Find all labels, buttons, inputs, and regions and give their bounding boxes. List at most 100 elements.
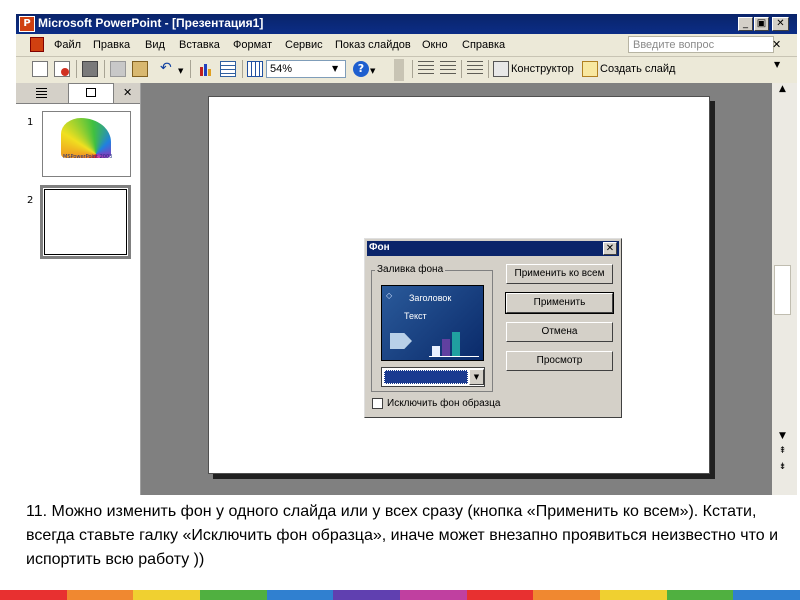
- thumbnail-caption: MSPowerPoint 2003: [63, 154, 113, 160]
- help-question-input[interactable]: Введите вопрос: [628, 36, 774, 53]
- menu-help[interactable]: Справка: [462, 39, 505, 51]
- stripe-segment: [266, 590, 334, 600]
- new-slide-icon[interactable]: [582, 61, 598, 77]
- fill-color-select[interactable]: ▼: [381, 367, 485, 387]
- document-menu-icon[interactable]: [30, 37, 44, 52]
- preview-bar: [432, 346, 440, 356]
- stripe-segment: [533, 590, 600, 600]
- scroll-down-icon[interactable]: ▼: [774, 430, 791, 444]
- toolbar-separator: [104, 60, 105, 78]
- slide-caption: 11. Можно изменить фон у одного слайда и…: [26, 503, 778, 568]
- omit-master-background-label[interactable]: Исключить фон образца: [387, 398, 500, 409]
- close-window-button[interactable]: ✕: [772, 17, 789, 31]
- apply-button[interactable]: Применить: [505, 292, 614, 314]
- design-icon[interactable]: [493, 61, 509, 77]
- toolbar-separator: [190, 60, 191, 78]
- omit-master-background-checkbox[interactable]: [372, 398, 383, 409]
- dialog-title: Фон: [369, 242, 390, 253]
- preview-text: Текст: [404, 311, 427, 321]
- window-title: Microsoft PowerPoint - [Презентация1]: [38, 16, 264, 30]
- fill-dropdown-icon[interactable]: ▼: [469, 369, 484, 385]
- menu-view[interactable]: Вид: [145, 39, 165, 51]
- next-slide-icon[interactable]: ⇟: [774, 461, 791, 475]
- stripe-segment: [400, 590, 467, 600]
- bullet-list-icon[interactable]: [440, 61, 456, 77]
- scroll-up-icon[interactable]: ▲: [774, 83, 791, 97]
- new-document-icon[interactable]: [32, 61, 48, 77]
- preview-bar: [442, 339, 450, 356]
- undo-dropdown-icon[interactable]: ▼: [178, 67, 183, 75]
- color-stripe: [0, 590, 800, 600]
- stripe-segment: [333, 590, 400, 600]
- permission-icon[interactable]: [54, 61, 70, 77]
- maximize-button[interactable]: ▣: [754, 17, 769, 31]
- slide-thumbnail[interactable]: MSPowerPoint 2003: [42, 111, 131, 177]
- print-icon[interactable]: [82, 61, 98, 77]
- outline-icon: [36, 88, 47, 98]
- insert-chart-icon[interactable]: [198, 61, 214, 77]
- new-slide-button[interactable]: Создать слайд: [600, 63, 675, 75]
- window-title-bar[interactable]: P Microsoft PowerPoint - [Презентация1] …: [16, 14, 797, 34]
- close-pane-button[interactable]: ✕: [123, 86, 132, 99]
- menu-edit[interactable]: Правка: [93, 39, 130, 51]
- slides-icon: [86, 88, 96, 97]
- stripe-segment: [200, 590, 267, 600]
- toolbar-separator: [461, 60, 462, 78]
- tab-slides[interactable]: [68, 83, 114, 103]
- color-fan-image: [61, 118, 111, 158]
- dialog-close-button[interactable]: ✕: [603, 242, 617, 255]
- toolbar-separator: [412, 60, 413, 78]
- toolbar-separator: [488, 60, 489, 78]
- zoom-dropdown-icon[interactable]: ▼: [332, 64, 338, 73]
- menu-tools[interactable]: Сервис: [285, 39, 323, 51]
- pane-tabs: ✕: [16, 83, 140, 104]
- menu-window[interactable]: Окно: [422, 39, 448, 51]
- numbered-list-icon[interactable]: [418, 61, 434, 77]
- stripe-segment: [466, 590, 534, 600]
- copy-icon[interactable]: [110, 61, 126, 77]
- help-dropdown-icon[interactable]: ▼: [370, 67, 375, 75]
- preview-axis: [429, 356, 479, 357]
- show-grid-icon[interactable]: [247, 61, 263, 77]
- apply-to-all-button[interactable]: Применить ко всем: [506, 264, 613, 284]
- stripe-segment: [0, 590, 67, 600]
- menu-bar: Файл Правка Вид Вставка Формат Сервис По…: [16, 34, 797, 57]
- vertical-scrollbar[interactable]: ▲ ▼ ⇞ ⇟: [772, 83, 797, 495]
- undo-icon[interactable]: ↶: [160, 61, 176, 77]
- preview-bar: [452, 332, 460, 356]
- cancel-button[interactable]: Отмена: [506, 322, 613, 342]
- menu-file[interactable]: Файл: [54, 39, 81, 51]
- slide-thumbnail-selected[interactable]: [40, 185, 131, 259]
- close-document-button[interactable]: ✕: [772, 38, 781, 51]
- standard-toolbar: ↶ ▼ 54% ▼ ? ▼ Конструктор Создать слайд …: [16, 57, 797, 84]
- dialog-title-bar[interactable]: Фон ✕: [367, 241, 619, 256]
- minimize-button[interactable]: _: [738, 17, 753, 31]
- help-icon[interactable]: ?: [353, 61, 369, 77]
- tab-outline[interactable]: [16, 84, 69, 102]
- menu-insert[interactable]: Вставка: [179, 39, 220, 51]
- previous-slide-icon[interactable]: ⇞: [774, 445, 791, 459]
- paste-icon[interactable]: [132, 61, 148, 77]
- toolbar-overflow-icon[interactable]: [394, 59, 404, 81]
- stripe-segment: [133, 590, 200, 600]
- stripe-segment: [66, 590, 134, 600]
- decrease-indent-icon[interactable]: [467, 61, 483, 77]
- slide-number: 2: [27, 195, 34, 206]
- selected-color-swatch: [384, 370, 468, 384]
- stripe-segment: [733, 590, 800, 600]
- powerpoint-app-icon[interactable]: P: [19, 16, 35, 32]
- background-dialog: Фон ✕ Заливка фона Заголовок Текст ◇ ▼ П…: [364, 238, 622, 418]
- menu-slide-show[interactable]: Показ слайдов: [335, 39, 411, 51]
- scroll-thumb[interactable]: [774, 265, 791, 315]
- stripe-segment: [666, 590, 734, 600]
- slides-pane: ✕ 1 MSPowerPoint 2003 2: [16, 83, 141, 495]
- toolbar-options-icon[interactable]: ▼: [774, 60, 780, 69]
- arrow-shape: [390, 333, 412, 349]
- bullet-arrow-icon: ◇: [386, 291, 393, 300]
- preview-button[interactable]: Просмотр: [506, 351, 613, 371]
- design-button[interactable]: Конструктор: [511, 63, 574, 75]
- menu-format[interactable]: Формат: [233, 39, 272, 51]
- stripe-segment: [600, 590, 667, 600]
- background-preview: Заголовок Текст ◇: [381, 285, 484, 361]
- insert-table-icon[interactable]: [220, 61, 236, 77]
